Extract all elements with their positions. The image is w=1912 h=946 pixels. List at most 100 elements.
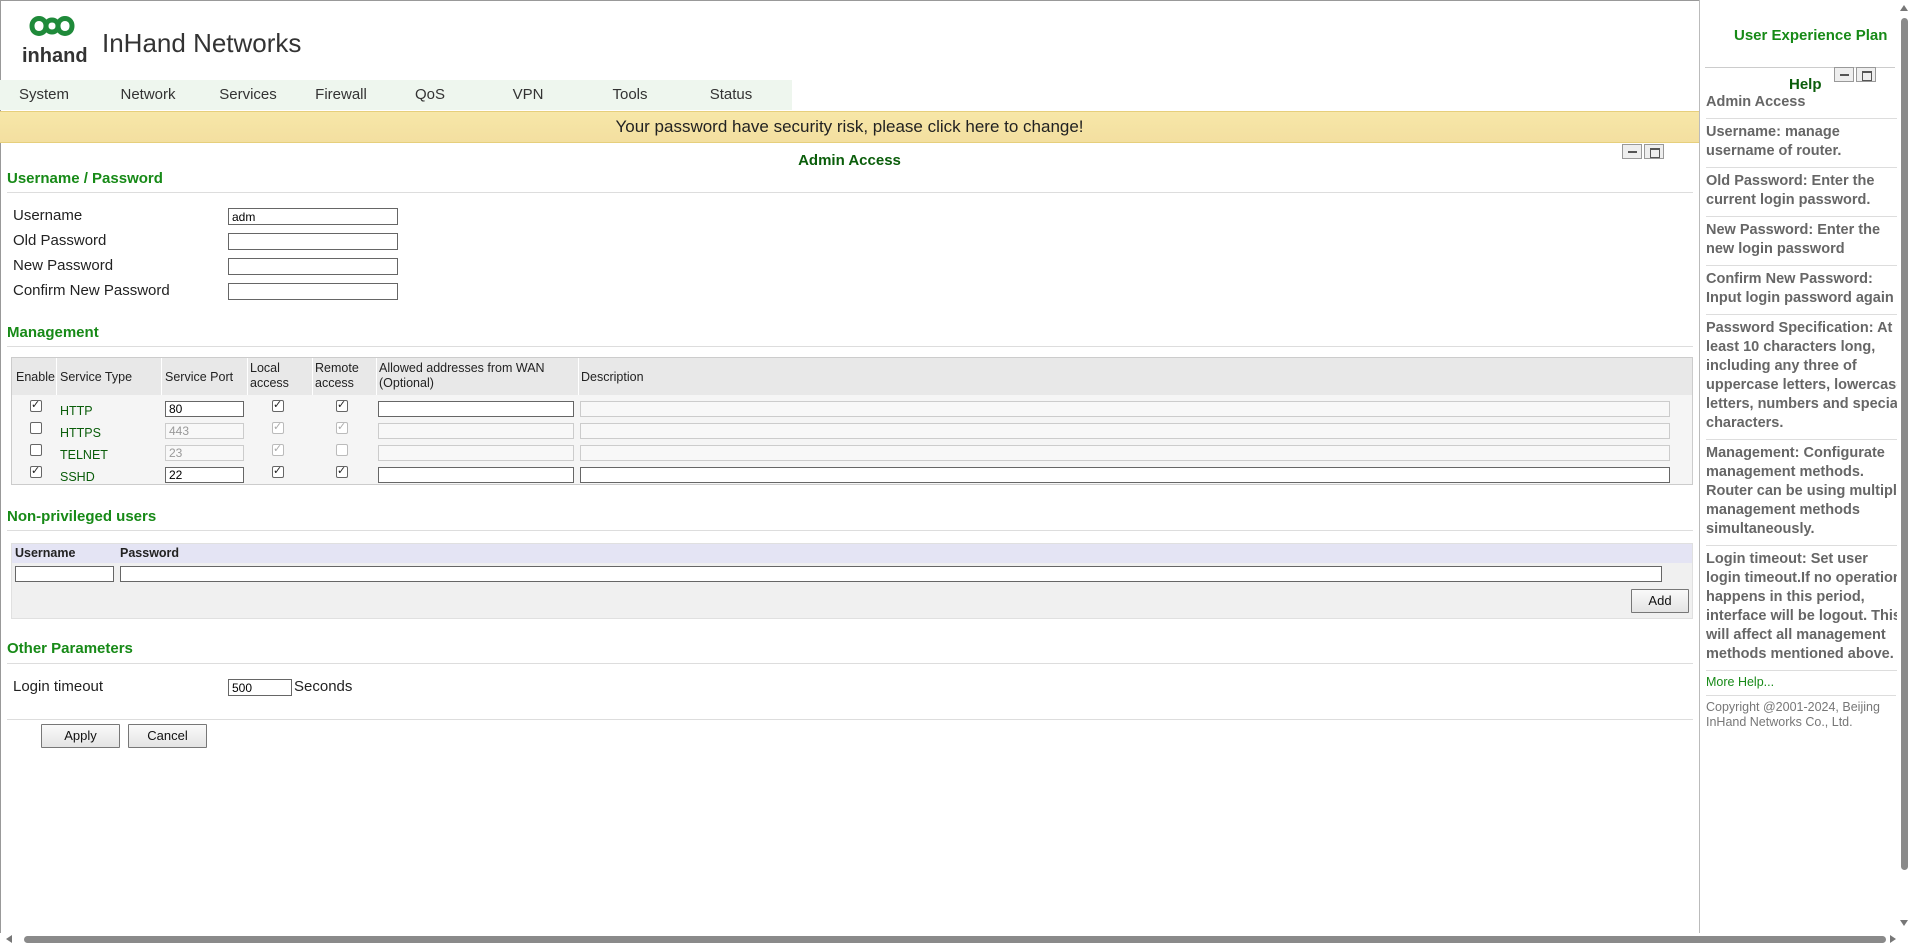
nav-firewall[interactable]: Firewall [288, 80, 394, 110]
nav-network[interactable]: Network [88, 80, 208, 110]
telnet-port-input[interactable] [165, 445, 244, 461]
user-experience-plan-link[interactable]: User Experience Plan [1734, 27, 1887, 44]
http-remote-checkbox[interactable] [336, 398, 348, 412]
help-body: Admin Access Username: manage username o… [1706, 93, 1897, 730]
timeout-unit: Seconds [294, 678, 353, 695]
divider [7, 530, 1693, 531]
col-local-access: Local access [250, 361, 289, 390]
sshd-local-checkbox[interactable] [272, 464, 284, 478]
scroll-left-icon[interactable] [6, 935, 12, 943]
service-telnet: TELNET [60, 448, 108, 462]
help-paragraph: New Password: Enter the new login passwo… [1706, 221, 1897, 266]
https-port-input[interactable] [165, 423, 244, 439]
minimize-icon[interactable] [1622, 144, 1642, 159]
table-header: Username Password [12, 544, 1692, 563]
sshd-port-input[interactable] [165, 467, 244, 483]
http-port-input[interactable] [165, 401, 244, 417]
nav-qos[interactable]: QoS [394, 80, 466, 110]
col-allowed-addresses: Allowed addresses from WAN (Optional) [379, 361, 545, 390]
section-management: Management [7, 324, 99, 341]
https-description-input[interactable] [580, 423, 1670, 439]
horizontal-scrollbar[interactable] [0, 933, 1912, 946]
maximize-icon[interactable] [1856, 67, 1876, 82]
sshd-description-input[interactable] [580, 467, 1670, 483]
horizontal-scroll-thumb[interactable] [24, 936, 1886, 943]
old-password-label: Old Password [13, 232, 107, 249]
main-nav: System Network Services Firewall QoS VPN… [0, 80, 792, 110]
sshd-remote-checkbox[interactable] [336, 464, 348, 478]
username-label: Username [13, 207, 83, 224]
confirm-password-input[interactable] [228, 283, 398, 300]
nav-services[interactable]: Services [208, 80, 288, 110]
help-window-controls [1834, 67, 1876, 82]
telnet-remote-checkbox[interactable] [336, 444, 348, 456]
vertical-scroll-thumb[interactable] [1901, 18, 1908, 870]
help-paragraph: Username: manage username of router. [1706, 123, 1897, 168]
service-sshd: SSHD [60, 470, 95, 484]
https-local-checkbox[interactable] [272, 420, 284, 434]
col-service-port: Service Port [165, 370, 234, 384]
add-user-button[interactable]: Add [1631, 589, 1689, 613]
telnet-enable-checkbox[interactable] [30, 444, 42, 456]
nav-vpn[interactable]: VPN [466, 80, 590, 110]
scroll-right-icon[interactable] [1890, 935, 1896, 943]
telnet-description-input[interactable] [580, 445, 1670, 461]
service-http: HTTP [60, 404, 93, 418]
help-paragraph: Old Password: Enter the current login pa… [1706, 172, 1897, 217]
telnet-local-checkbox[interactable] [272, 442, 284, 456]
brand-logo: inhand [20, 12, 90, 67]
np-password-input[interactable] [120, 566, 1662, 582]
security-warning-banner[interactable]: Your password have security risk, please… [0, 111, 1699, 143]
http-description-input[interactable] [580, 401, 1670, 417]
col-service-type: Service Type [60, 370, 133, 384]
divider [7, 663, 1693, 664]
nav-tools[interactable]: Tools [590, 80, 670, 110]
apply-button[interactable]: Apply [41, 724, 120, 748]
telnet-allowed-input[interactable] [378, 445, 574, 461]
main-content: Admin Access Username / Password Usernam… [0, 143, 1699, 933]
table-header: Enable Service Type Service Port Local ac… [12, 358, 1692, 395]
divider [7, 719, 1693, 720]
http-enable-checkbox[interactable] [30, 398, 42, 412]
np-username-input[interactable] [15, 566, 114, 582]
minimize-icon[interactable] [1834, 67, 1854, 82]
col-np-password: Password [120, 546, 180, 560]
login-timeout-label: Login timeout [13, 678, 104, 695]
https-remote-checkbox[interactable] [336, 420, 348, 434]
col-np-username: Username [15, 546, 76, 560]
header: inhand InHand Networks [0, 0, 1699, 80]
divider [7, 346, 1693, 347]
divider [7, 192, 1693, 193]
scroll-up-icon[interactable] [1900, 5, 1908, 11]
cancel-button[interactable]: Cancel [128, 724, 207, 748]
https-enable-checkbox[interactable] [30, 422, 42, 434]
nav-system[interactable]: System [0, 80, 88, 110]
old-password-input[interactable] [228, 233, 398, 250]
help-title: Help [1789, 76, 1822, 93]
help-heading: Admin Access [1706, 93, 1897, 119]
section-non-privileged: Non-privileged users [7, 508, 157, 525]
new-password-input[interactable] [228, 258, 398, 275]
svg-text:inhand: inhand [22, 45, 88, 64]
help-paragraph: Management: Configurate management metho… [1706, 444, 1897, 546]
http-allowed-input[interactable] [378, 401, 574, 417]
vertical-scrollbar[interactable] [1897, 0, 1912, 933]
sshd-enable-checkbox[interactable] [30, 464, 42, 478]
https-allowed-input[interactable] [378, 423, 574, 439]
sshd-allowed-input[interactable] [378, 467, 574, 483]
more-help-link[interactable]: More Help... [1706, 675, 1897, 689]
service-https: HTTPS [60, 426, 101, 440]
help-panel: User Experience Plan Help Admin Access U… [1699, 0, 1897, 933]
http-local-checkbox[interactable] [272, 398, 284, 412]
nav-status[interactable]: Status [670, 80, 792, 110]
col-remote-access: Remote access [315, 361, 359, 390]
col-enable: Enable [16, 370, 55, 384]
section-other-parameters: Other Parameters [7, 640, 133, 657]
login-timeout-input[interactable] [228, 679, 292, 696]
window-controls [1622, 144, 1664, 159]
scroll-down-icon[interactable] [1900, 920, 1908, 926]
brand-name: InHand Networks [102, 28, 302, 58]
maximize-icon[interactable] [1644, 144, 1664, 159]
help-paragraph: Password Specification: At least 10 char… [1706, 319, 1897, 440]
username-input[interactable] [228, 208, 398, 225]
